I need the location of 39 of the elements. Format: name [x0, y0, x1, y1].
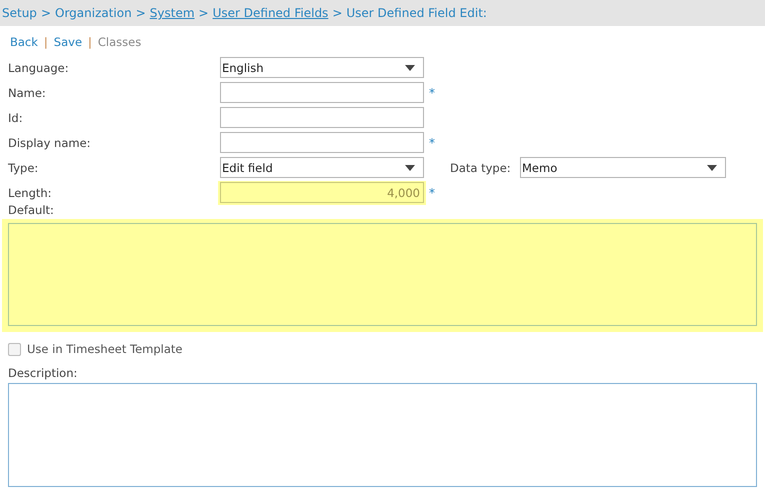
dropdown[interactable]: Memo [520, 157, 726, 178]
checkbox-label: Use in Timesheet Template [27, 342, 182, 356]
dropdown[interactable]: Edit field [220, 157, 424, 178]
breadcrumb-link[interactable]: User Defined Fields [212, 6, 328, 20]
required-mark: * [429, 136, 435, 150]
action-link[interactable]: Back [10, 35, 38, 49]
dropdown[interactable]: English [220, 57, 424, 78]
breadcrumb-separator: > [40, 6, 51, 20]
field-label: Id: [7, 110, 24, 124]
field-label: Data type: [450, 160, 512, 174]
breadcrumb-item: Setup [2, 6, 37, 20]
field-label: Length: [7, 186, 53, 200]
breadcrumb-separator: > [198, 6, 209, 20]
action-separator: | [88, 35, 92, 49]
breadcrumb-separator: > [332, 6, 342, 20]
checkbox[interactable] [8, 342, 21, 356]
breadcrumb-item: Organization [55, 6, 132, 20]
breadcrumb-separator: > [136, 6, 146, 20]
caret-icon [405, 64, 415, 70]
breadcrumb-item: User Defined Field Edit: [346, 6, 487, 20]
action-separator: | [44, 35, 48, 49]
input-field[interactable]: 4,000 [220, 182, 424, 203]
required-mark: * [429, 86, 435, 100]
field-label: Default: [7, 203, 55, 219]
caret-icon [405, 164, 415, 170]
action-link[interactable]: Save [54, 35, 82, 49]
caret-icon [707, 164, 717, 170]
input-field[interactable] [220, 107, 424, 128]
field-label: Display name: [7, 136, 92, 150]
text-area[interactable] [8, 383, 757, 487]
field-label: Type: [7, 160, 40, 174]
field-label: Language: [7, 60, 70, 74]
text-area[interactable] [8, 223, 757, 326]
input-field[interactable] [220, 82, 424, 103]
field-label: Name: [7, 86, 47, 100]
required-mark: * [429, 186, 435, 200]
breadcrumb-link[interactable]: System [150, 6, 195, 20]
input-field[interactable] [220, 132, 424, 153]
field-label: Description: [7, 365, 78, 382]
